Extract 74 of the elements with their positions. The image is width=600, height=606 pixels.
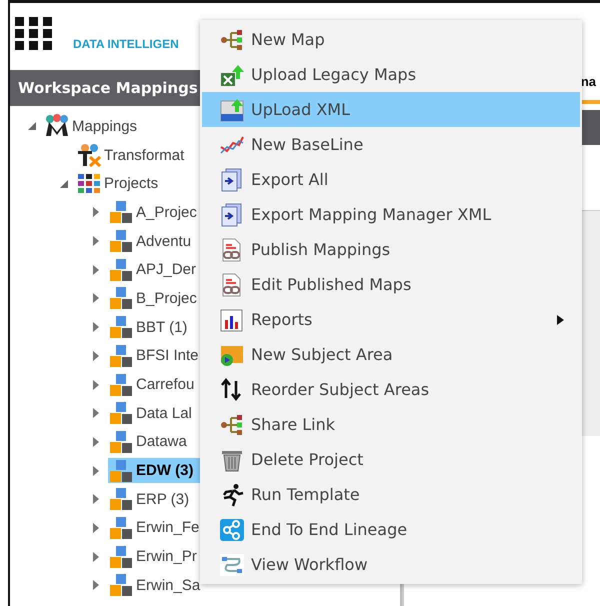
tree-item-label: Carrefou	[136, 376, 194, 394]
tree-item[interactable]: Adventu	[108, 228, 198, 254]
tree-item[interactable]: Data Lal	[108, 400, 198, 426]
stacked-blocks-icon	[108, 544, 134, 569]
collapse-arrow-icon[interactable]	[26, 120, 38, 132]
menu-item[interactable]: Export Mapping Manager XML	[202, 197, 580, 232]
stacked-blocks-icon	[108, 573, 134, 598]
tree-item[interactable]: ERP (3)	[108, 486, 196, 512]
tree-item[interactable]: Datawa	[108, 429, 193, 454]
tree-item[interactable]: Carrefou	[108, 372, 200, 398]
letter-m-icon	[44, 114, 70, 138]
stacked-blocks-icon	[108, 315, 134, 340]
tree-item-label: BBT (1)	[136, 318, 188, 336]
app-title: DATA INTELLIGEN	[73, 36, 179, 50]
stacked-blocks-icon	[108, 487, 134, 512]
stacked-blocks-icon	[108, 286, 134, 310]
menu-item[interactable]: New Subject Area	[202, 337, 580, 372]
tree-item-label: B_Projec	[136, 290, 197, 307]
tree-item[interactable]: Erwin_Pr	[108, 544, 203, 570]
xml-upload-icon	[219, 98, 245, 122]
menu-item[interactable]: Delete Project	[202, 442, 580, 477]
spreadsheet-upload-icon	[219, 62, 245, 86]
stacked-blocks-icon	[108, 229, 134, 254]
menu-item[interactable]: New BaseLine	[202, 127, 580, 162]
color-grid-icon	[76, 172, 102, 196]
stacked-blocks-icon	[108, 372, 134, 397]
stacked-blocks-icon	[108, 430, 134, 454]
bar-chart-icon	[219, 308, 245, 332]
tree-item[interactable]: A_Projec	[108, 200, 203, 225]
menu-item[interactable]: Export All	[202, 162, 580, 197]
menu-item[interactable]: Reports	[202, 302, 580, 337]
menu-item[interactable]: New Map	[202, 22, 580, 57]
tree-item-label: APJ_Der	[136, 261, 196, 278]
tree-item-label: EDW (3)	[136, 462, 194, 480]
stacked-blocks-icon	[108, 401, 134, 426]
tree-item-label: Mappings	[72, 118, 138, 135]
menu-item[interactable]: Share Link	[202, 407, 580, 442]
tree-item[interactable]: Transformat	[76, 142, 190, 168]
menu-item[interactable]: UpLoad XML	[202, 92, 580, 127]
tree-item-label: Adventu	[136, 232, 192, 250]
tree-item[interactable]: APJ_Der	[108, 257, 202, 282]
stacked-blocks-icon	[108, 258, 134, 282]
tree-item[interactable]: Projects	[76, 171, 164, 196]
collapse-arrow-icon[interactable]	[58, 178, 70, 190]
stacked-blocks-icon	[108, 344, 134, 368]
workflow-icon	[219, 552, 245, 576]
tree-item-label: Erwin_Pr	[136, 548, 197, 566]
tree-item-label: Datawa	[136, 433, 187, 450]
tree-diagram-icon	[219, 28, 245, 52]
stacked-blocks-icon	[108, 200, 134, 224]
tree-item[interactable]: B_Projec	[108, 286, 203, 311]
tree-item[interactable]: BFSI Inte	[108, 343, 205, 368]
tree-item-label: ERP (3)	[136, 490, 190, 508]
tree-item-label: Erwin_Sa	[136, 576, 200, 594]
tree-item-label: Erwin_Fe	[136, 519, 200, 536]
tree-item[interactable]: Mappings	[44, 114, 144, 139]
menu-item[interactable]: Publish Mappings	[202, 232, 580, 267]
tx-icon	[76, 143, 102, 168]
tree-item[interactable]: BBT (1)	[108, 314, 194, 340]
tree-item-label: BFSI Inte	[136, 347, 199, 364]
menu-item[interactable]: Edit Published Maps	[202, 267, 580, 302]
tree-item-label: A_Projec	[136, 204, 197, 221]
tree-item[interactable]: EDW (3)	[108, 458, 200, 484]
stacked-blocks-icon	[108, 458, 134, 483]
grid-menu-icon[interactable]	[15, 16, 53, 50]
menu-item[interactable]: Reorder Subject Areas	[202, 372, 580, 407]
tab-label[interactable]: na	[580, 74, 596, 89]
tree-diagram-icon	[219, 412, 245, 436]
tree-item-label: Transformat	[104, 146, 184, 164]
tree-item-label: Data Lal	[136, 404, 192, 422]
tree-item-label: Projects	[104, 175, 158, 192]
network-icon	[219, 518, 245, 542]
menu-item[interactable]: Run Template	[202, 477, 580, 512]
stacked-blocks-icon	[108, 516, 134, 540]
